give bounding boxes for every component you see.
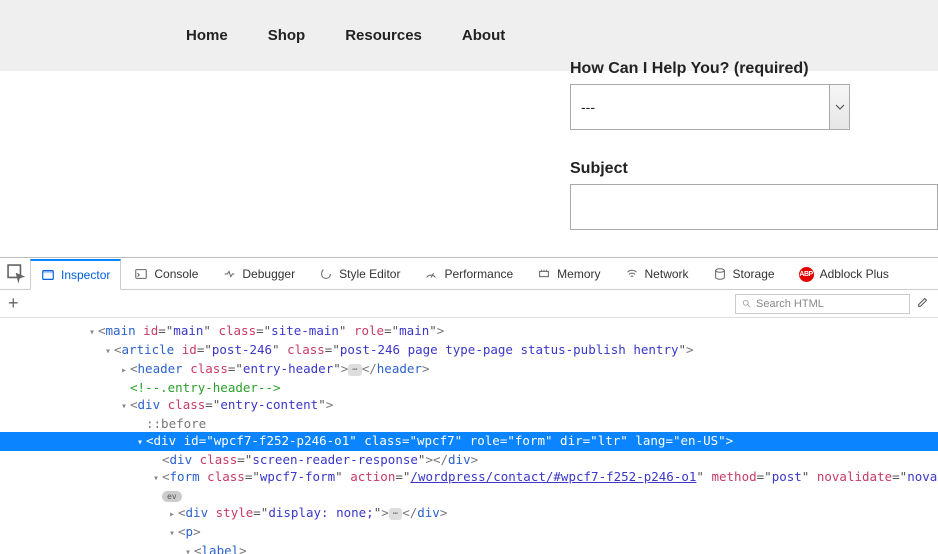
ellipsis-badge[interactable]: ⋯ bbox=[348, 364, 361, 376]
dom-node[interactable]: <article id="post-246" class="post-246 p… bbox=[0, 341, 938, 360]
dom-node[interactable]: <div style="display: none;">⋯</div> bbox=[0, 504, 938, 523]
dom-node[interactable]: <form class="wpcf7-form" action="/wordpr… bbox=[0, 468, 938, 487]
dom-node-selected[interactable]: <div id="wpcf7-f252-p246-o1" class="wpcf… bbox=[0, 432, 938, 451]
tab-storage[interactable]: Storage bbox=[702, 258, 786, 289]
twisty-icon[interactable] bbox=[182, 542, 194, 554]
tab-label: Adblock Plus bbox=[820, 267, 889, 281]
twisty-icon[interactable] bbox=[86, 322, 98, 341]
twisty-icon[interactable] bbox=[118, 360, 130, 379]
memory-icon bbox=[537, 267, 551, 281]
tab-style-editor[interactable]: Style Editor bbox=[308, 258, 411, 289]
nav-shop[interactable]: Shop bbox=[268, 27, 306, 44]
tab-label: Inspector bbox=[61, 268, 110, 282]
tab-label: Memory bbox=[557, 267, 600, 281]
event-badge[interactable]: ev bbox=[162, 491, 182, 502]
dom-node[interactable]: <header class="entry-header">⋯</header> bbox=[0, 360, 938, 379]
twisty-icon[interactable] bbox=[102, 341, 114, 360]
dom-comment[interactable]: <!--.entry-header--> bbox=[0, 379, 938, 396]
add-button[interactable]: + bbox=[8, 293, 19, 314]
subject-label: Subject bbox=[570, 160, 938, 178]
tab-inspector[interactable]: Inspector bbox=[30, 259, 121, 290]
search-placeholder: Search HTML bbox=[756, 298, 824, 310]
tab-console[interactable]: Console bbox=[123, 258, 209, 289]
debugger-icon bbox=[222, 267, 236, 281]
console-icon bbox=[134, 267, 148, 281]
tab-label: Storage bbox=[733, 267, 775, 281]
tab-label: Style Editor bbox=[339, 267, 400, 281]
edit-icon[interactable] bbox=[916, 295, 930, 312]
nav-about[interactable]: About bbox=[462, 27, 505, 44]
chevron-down-icon[interactable] bbox=[829, 85, 849, 129]
devtools-subbar: + Search HTML bbox=[0, 290, 938, 318]
element-picker-icon[interactable] bbox=[6, 263, 28, 285]
inspector-icon bbox=[41, 268, 55, 282]
dom-event-badge[interactable]: ev bbox=[0, 487, 938, 504]
select-value: --- bbox=[581, 99, 839, 115]
subject-input[interactable] bbox=[570, 184, 938, 230]
tab-label: Console bbox=[154, 267, 198, 281]
dom-node[interactable]: <p> bbox=[0, 523, 938, 542]
tab-label: Network bbox=[645, 267, 689, 281]
dom-pseudo[interactable]: ::before bbox=[0, 415, 938, 432]
ellipsis-badge[interactable]: ⋯ bbox=[389, 508, 402, 520]
devtools-tabs: Inspector Console Debugger Style Editor … bbox=[0, 258, 938, 290]
performance-icon bbox=[424, 267, 438, 281]
search-html-input[interactable]: Search HTML bbox=[735, 294, 910, 314]
twisty-icon[interactable] bbox=[166, 523, 178, 542]
tab-label: Debugger bbox=[242, 267, 295, 281]
dom-node[interactable]: <div class="entry-content"> bbox=[0, 396, 938, 415]
contact-form: How Can I Help You? (required) --- Subje… bbox=[570, 60, 938, 230]
style-editor-icon bbox=[319, 267, 333, 281]
nav-resources[interactable]: Resources bbox=[345, 27, 422, 44]
dom-node[interactable]: <div class="screen-reader-response"></di… bbox=[0, 451, 938, 468]
twisty-icon[interactable] bbox=[150, 468, 162, 487]
storage-icon bbox=[713, 267, 727, 281]
tab-debugger[interactable]: Debugger bbox=[211, 258, 306, 289]
nav-home[interactable]: Home bbox=[186, 27, 228, 44]
network-icon bbox=[625, 267, 639, 281]
twisty-icon[interactable] bbox=[134, 432, 146, 451]
devtools-panel: Inspector Console Debugger Style Editor … bbox=[0, 257, 938, 554]
tab-adblock[interactable]: ABP Adblock Plus bbox=[788, 258, 900, 289]
tab-memory[interactable]: Memory bbox=[526, 258, 611, 289]
twisty-icon[interactable] bbox=[166, 504, 178, 523]
dom-node[interactable]: <main id="main" class="site-main" role="… bbox=[0, 322, 938, 341]
dom-node[interactable]: <label> bbox=[0, 542, 938, 554]
adblock-icon: ABP bbox=[799, 267, 814, 282]
help-label: How Can I Help You? (required) bbox=[570, 60, 938, 78]
dom-tree[interactable]: <main id="main" class="site-main" role="… bbox=[0, 318, 938, 554]
twisty-icon[interactable] bbox=[118, 396, 130, 415]
help-select[interactable]: --- bbox=[570, 84, 850, 130]
tab-performance[interactable]: Performance bbox=[413, 258, 524, 289]
page-content: Home Shop Resources About How Can I Help… bbox=[0, 0, 938, 257]
tab-network[interactable]: Network bbox=[614, 258, 700, 289]
tab-label: Performance bbox=[444, 267, 513, 281]
